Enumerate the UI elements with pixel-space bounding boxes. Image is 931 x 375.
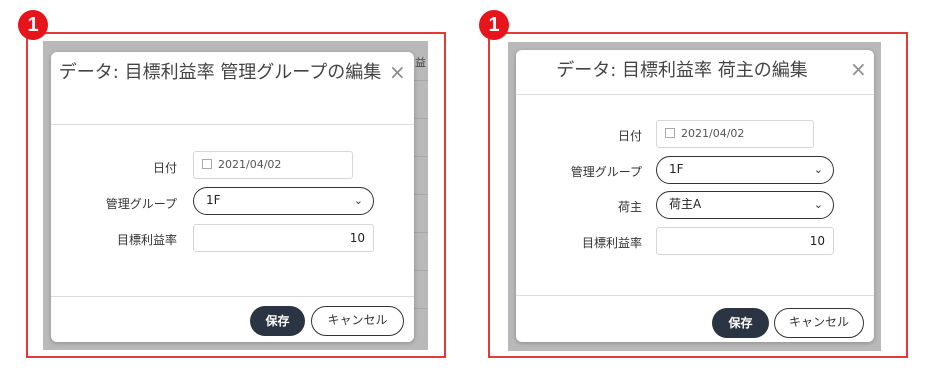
dialog-title: データ: 目標利益率 管理グループの編集 <box>58 62 382 83</box>
group-select[interactable]: 1F ⌄ <box>656 156 834 184</box>
step-badge: 1 <box>18 10 48 40</box>
header-divider <box>516 94 874 95</box>
group-label: 管理グループ <box>570 165 642 179</box>
close-icon[interactable]: × <box>850 59 867 79</box>
chevron-down-icon: ⌄ <box>813 198 823 211</box>
footer-divider <box>51 296 414 297</box>
date-field[interactable]: 2021/04/02 <box>193 151 353 179</box>
cancel-button[interactable]: キャンセル <box>774 308 864 338</box>
date-field[interactable]: 2021/04/02 <box>656 120 814 148</box>
close-icon[interactable]: × <box>389 62 406 82</box>
group-label: 管理グループ <box>105 197 177 211</box>
target-rate-input[interactable]: 10 <box>193 224 374 252</box>
target-rate-label: 目標利益率 <box>116 233 177 247</box>
background-column-text: 益 <box>415 56 426 69</box>
date-label: 日付 <box>152 161 177 175</box>
shipper-label: 荷主 <box>617 200 642 214</box>
edit-dialog-shipper: データ: 目標利益率 荷主の編集 × 日付 2021/04/02 管理グループ … <box>516 50 874 342</box>
chevron-down-icon: ⌄ <box>353 194 363 207</box>
calendar-icon <box>202 159 212 169</box>
save-button[interactable]: 保存 <box>712 308 769 338</box>
dialog-title: データ: 目標利益率 荷主の編集 <box>556 60 808 81</box>
edit-dialog-group: データ: 目標利益率 管理グループの編集 × 日付 2021/04/02 管理グ… <box>51 52 414 342</box>
target-rate-label: 目標利益率 <box>581 236 642 250</box>
calendar-icon <box>665 128 675 138</box>
group-select[interactable]: 1F ⌄ <box>193 187 374 215</box>
header-divider <box>51 124 414 125</box>
cancel-button[interactable]: キャンセル <box>311 306 404 336</box>
target-rate-input[interactable]: 10 <box>656 227 834 255</box>
date-label: 日付 <box>617 129 642 143</box>
save-button[interactable]: 保存 <box>250 306 305 336</box>
footer-divider <box>516 295 874 296</box>
shipper-select[interactable]: 荷主A ⌄ <box>656 191 834 219</box>
chevron-down-icon: ⌄ <box>813 163 823 176</box>
step-badge: 1 <box>479 10 509 40</box>
